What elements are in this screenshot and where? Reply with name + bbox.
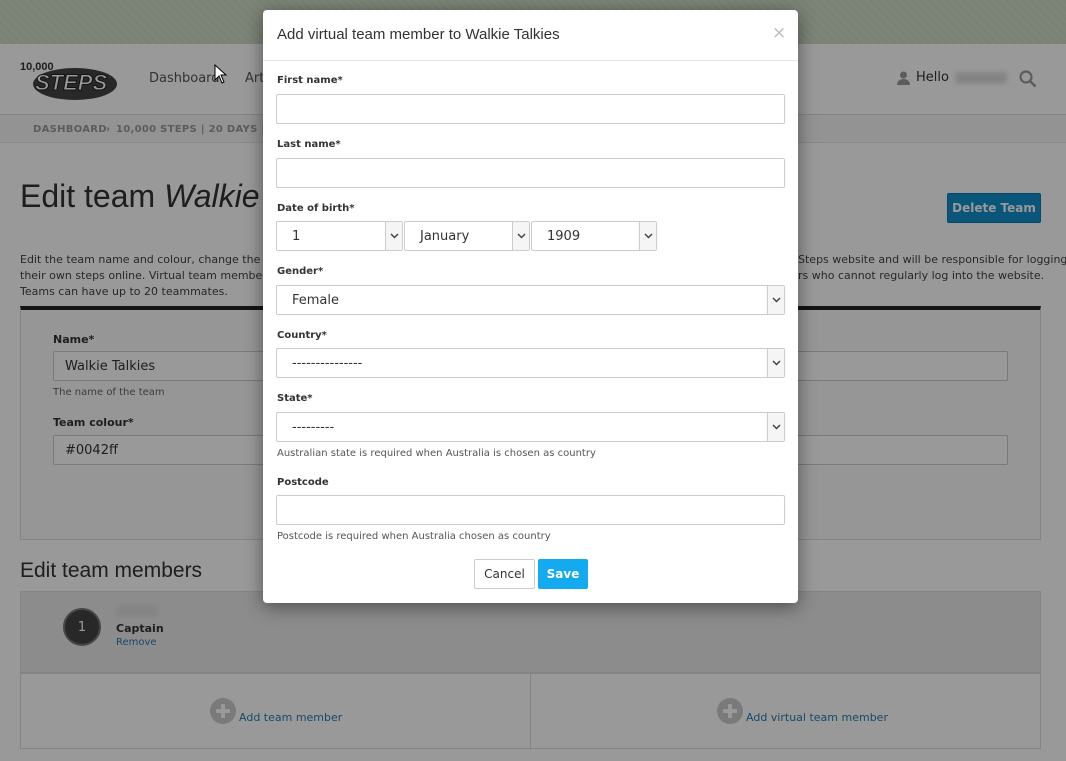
postcode-input[interactable] [276,495,785,525]
dob-day-value: 1 [292,228,301,244]
dob-year-select[interactable]: 1909 [531,221,657,251]
chevron-down-icon [767,413,784,441]
dob-month-select[interactable]: January [404,221,530,251]
country-value: --------------- [292,355,363,371]
dob-month-value: January [420,228,470,244]
dob-label: Date of birth* [277,203,355,214]
country-label: Country* [277,330,327,341]
save-button[interactable]: Save [538,559,588,589]
gender-value: Female [292,292,340,308]
country-select[interactable]: --------------- [276,348,785,378]
chevron-down-icon [385,222,402,250]
gender-label: Gender* [277,266,324,277]
mouse-cursor-icon [214,64,228,84]
modal-title: Add virtual team member to Walkie Talkie… [277,26,560,43]
chevron-down-icon [639,222,656,250]
first-name-input[interactable] [276,94,785,124]
close-icon[interactable]: × [772,23,786,43]
cancel-button[interactable]: Cancel [474,559,535,589]
last-name-label: Last name* [277,139,341,150]
state-label: State* [277,393,313,404]
add-virtual-member-modal: Add virtual team member to Walkie Talkie… [263,10,798,603]
first-name-label: First name* [277,75,343,86]
state-help: Australian state is required when Austra… [277,448,596,459]
chevron-down-icon [512,222,529,250]
modal-divider [263,60,798,61]
state-select[interactable]: --------- [276,412,785,442]
chevron-down-icon [767,349,784,377]
dob-day-select[interactable]: 1 [276,221,403,251]
last-name-input[interactable] [276,158,785,188]
postcode-help: Postcode is required when Australia chos… [277,531,551,542]
postcode-label: Postcode [277,477,329,488]
state-value: --------- [292,419,335,435]
gender-select[interactable]: Female [276,285,785,315]
chevron-down-icon [767,286,784,314]
dob-year-value: 1909 [547,228,581,244]
